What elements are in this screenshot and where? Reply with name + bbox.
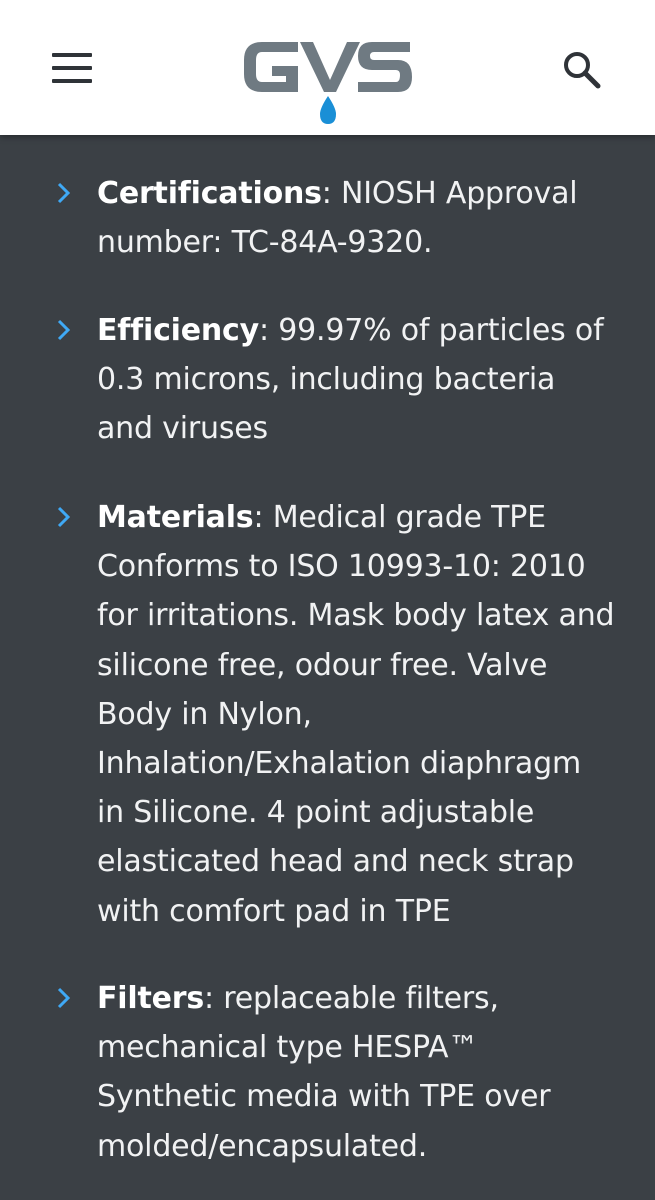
spec-text: Efficiency: 99.97% of particles of 0.3 m… bbox=[97, 306, 617, 454]
gvs-logo[interactable] bbox=[240, 32, 415, 128]
search-icon[interactable] bbox=[560, 48, 604, 92]
spec-title: Certifications bbox=[97, 176, 322, 211]
site-header bbox=[0, 0, 655, 135]
spec-text: Certifications: NIOSH Approval number: T… bbox=[97, 169, 617, 267]
spec-description: : Medical grade TPE Conforms to ISO 1099… bbox=[97, 500, 615, 929]
spec-text: Materials: Medical grade TPE Conforms to… bbox=[97, 493, 617, 936]
hamburger-menu-icon[interactable] bbox=[50, 50, 94, 86]
chevron-right-icon bbox=[57, 506, 71, 528]
spec-list: Certifications: NIOSH Approval number: T… bbox=[0, 135, 655, 1200]
spec-title: Materials bbox=[97, 500, 254, 535]
chevron-right-icon bbox=[57, 319, 71, 341]
gvs-logo-graphic bbox=[244, 42, 412, 124]
spec-title: Filters bbox=[97, 981, 204, 1016]
menu-line bbox=[52, 53, 92, 57]
search-icon-graphic bbox=[564, 52, 601, 89]
spec-text: Filters: replaceable filters, mechanical… bbox=[97, 974, 617, 1171]
spec-title: Efficiency bbox=[97, 313, 259, 348]
menu-line bbox=[52, 66, 92, 70]
menu-line bbox=[52, 79, 92, 83]
chevron-right-icon bbox=[57, 987, 71, 1009]
chevron-right-icon bbox=[57, 182, 71, 204]
